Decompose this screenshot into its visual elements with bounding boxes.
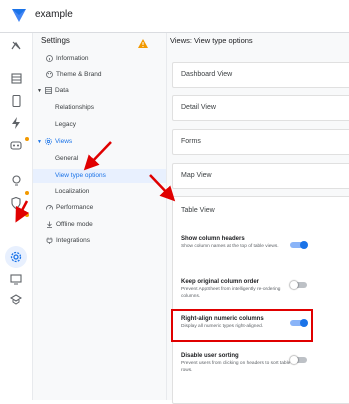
nav-item-theme-brand[interactable]: Theme & Brand: [46, 71, 102, 78]
lightbulb-icon[interactable]: [8, 173, 24, 189]
nav-item-localization[interactable]: Localization: [55, 188, 89, 195]
views-icon: [45, 138, 52, 145]
bot-icon[interactable]: [8, 136, 24, 152]
top-bar: example: [0, 0, 349, 33]
nav-item-view-type-options[interactable]: View type options: [55, 172, 106, 179]
settings-warning-dot: [25, 213, 29, 217]
caret-down-icon: ▼: [37, 87, 42, 94]
app-name: example: [35, 9, 73, 20]
highlight-box: [171, 309, 313, 342]
appsheet-logo-icon[interactable]: [10, 6, 28, 29]
monitor-icon[interactable]: [8, 271, 24, 287]
palette-icon: [46, 71, 53, 78]
warning-icon[interactable]: [138, 35, 148, 53]
bot-warning-dot: [25, 137, 29, 141]
data-table-icon[interactable]: [8, 70, 24, 86]
bolt-icon[interactable]: [8, 115, 24, 131]
icon-rail: [0, 33, 33, 400]
connection-icon[interactable]: [8, 37, 24, 53]
settings-panel: Settings Information Theme & Brand ▼ Dat…: [33, 33, 167, 400]
toggle-keep-original-column-order[interactable]: [290, 281, 308, 289]
settings-gear-icon[interactable]: [8, 249, 24, 265]
settings-title: Settings: [41, 36, 70, 45]
main-content: Views: View type options Dashboard View …: [167, 33, 349, 404]
table-icon: [45, 87, 52, 94]
caret-down-icon: ▼: [37, 138, 42, 145]
nav-item-data[interactable]: ▼ Data: [37, 87, 69, 94]
nav-item-views[interactable]: ▼ Views: [37, 138, 72, 145]
page-title: Views: View type options: [170, 36, 253, 45]
info-icon: [46, 55, 53, 62]
security-warning-dot: [25, 191, 29, 195]
section-table-view: Table View Show column headers Show colu…: [172, 196, 349, 404]
nav-item-offline-mode[interactable]: Offline mode: [46, 221, 93, 228]
security-shield-icon[interactable]: [8, 195, 24, 211]
nav-item-general[interactable]: General: [55, 155, 78, 162]
speed-icon: [46, 204, 53, 211]
learn-icon[interactable]: [8, 291, 24, 307]
section-detail-view[interactable]: Detail View: [172, 95, 349, 121]
toggle-show-column-headers[interactable]: [290, 241, 308, 249]
plug-icon: [46, 237, 53, 244]
toggle-disable-user-sorting[interactable]: [290, 356, 308, 364]
section-map-view[interactable]: Map View: [172, 163, 349, 189]
table-view-title[interactable]: Table View: [181, 207, 215, 214]
nav-item-information[interactable]: Information: [46, 55, 89, 62]
section-dashboard-view[interactable]: Dashboard View: [172, 62, 349, 88]
nav-item-performance[interactable]: Performance: [46, 204, 93, 211]
offline-icon: [46, 221, 53, 228]
section-forms[interactable]: Forms: [172, 129, 349, 155]
nav-item-integrations[interactable]: Integrations: [46, 237, 90, 244]
phone-icon[interactable]: [8, 93, 24, 109]
nav-item-relationships[interactable]: Relationships: [55, 104, 94, 111]
nav-item-legacy[interactable]: Legacy: [55, 121, 76, 128]
